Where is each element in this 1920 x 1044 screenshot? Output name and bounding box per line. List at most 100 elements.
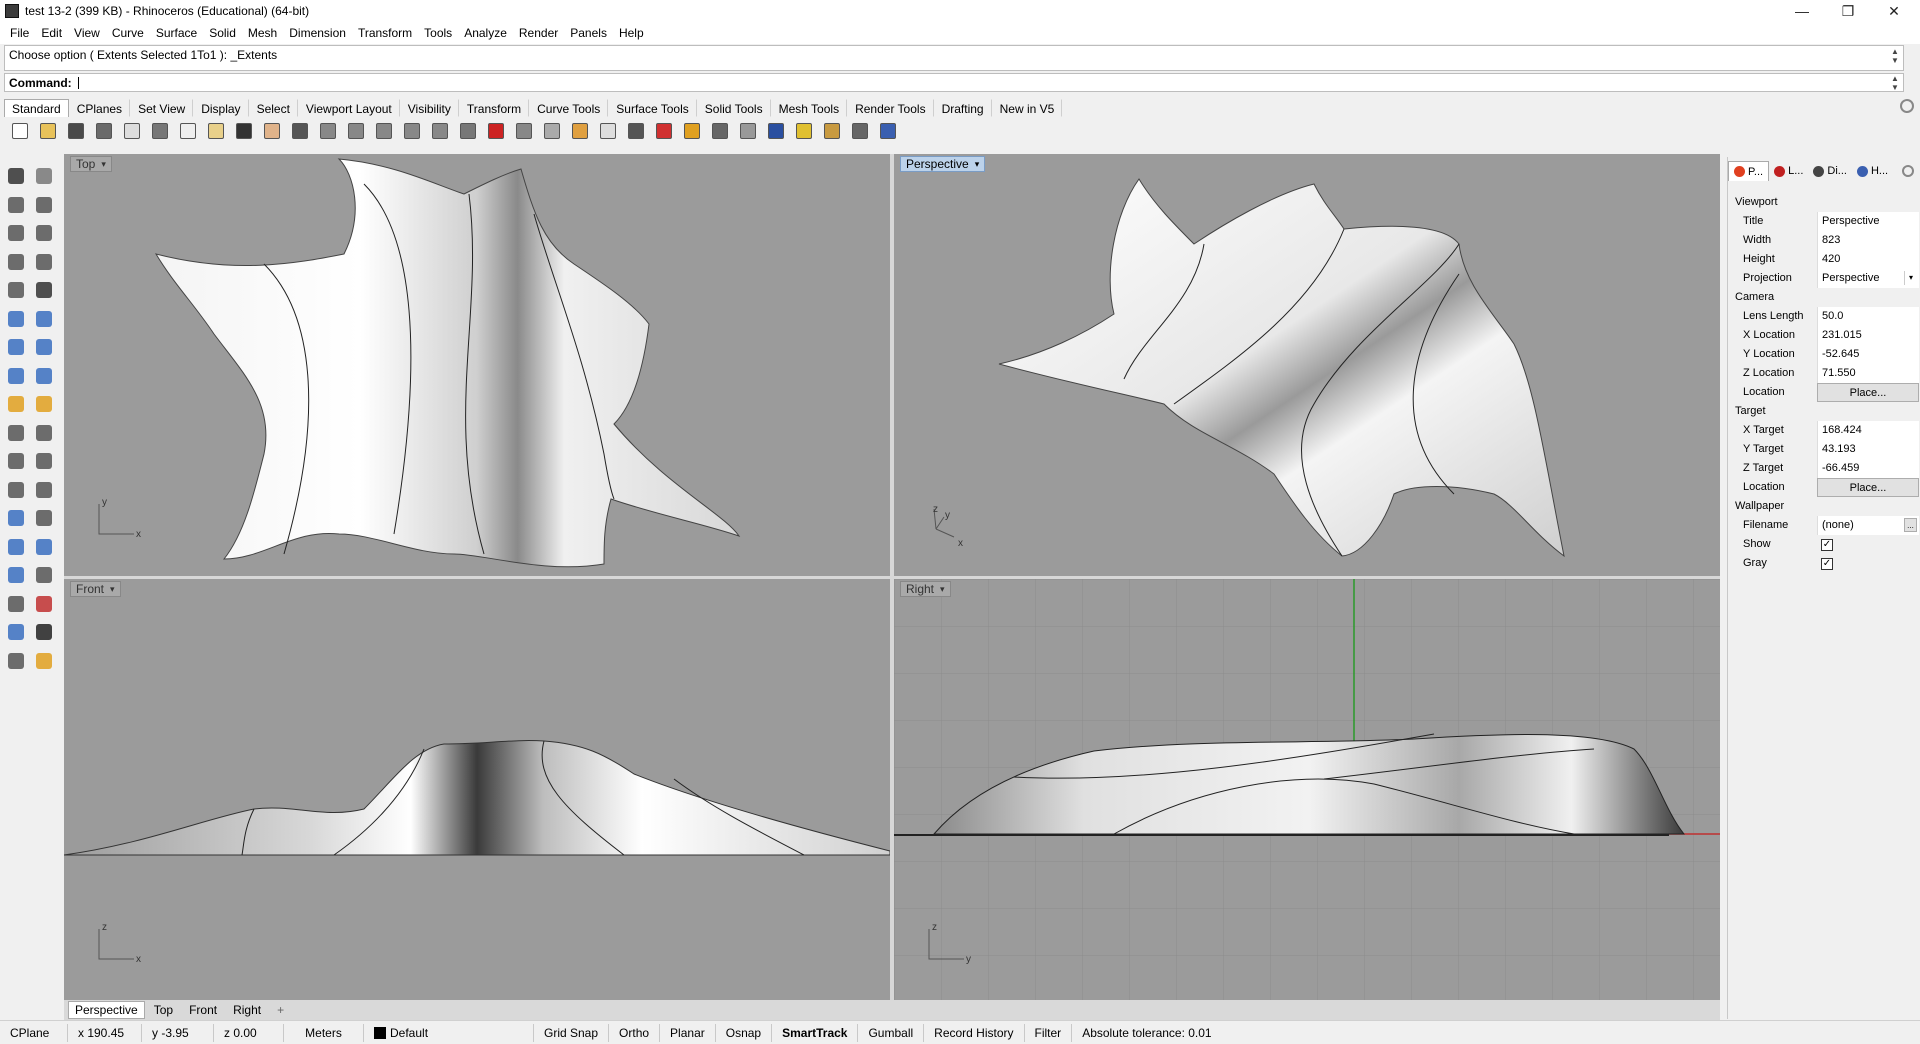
gumball-toggle[interactable]: Gumball	[858, 1023, 925, 1042]
dimension-button[interactable]	[848, 119, 872, 143]
trim-tool[interactable]	[2, 419, 30, 448]
circle-tangent-tool[interactable]	[2, 276, 30, 305]
circle-tool[interactable]	[2, 219, 30, 248]
viewport-tab-front[interactable]: Front	[182, 1001, 224, 1019]
record-history-toggle[interactable]: Record History	[924, 1023, 1025, 1042]
check-tool[interactable]	[30, 618, 58, 647]
zoom-selected-button[interactable]	[400, 119, 424, 143]
viewport-tab-right[interactable]: Right	[226, 1001, 268, 1019]
restore-button[interactable]: ❐	[1828, 0, 1868, 22]
select-tool[interactable]	[2, 162, 30, 191]
options-button[interactable]	[820, 119, 844, 143]
toolbar-tab-transform[interactable]: Transform	[459, 99, 530, 117]
named-cplanes-button[interactable]	[512, 119, 536, 143]
toolbar-tab-viewport-layout[interactable]: Viewport Layout	[298, 99, 400, 117]
save-button[interactable]	[64, 119, 88, 143]
status-cplane[interactable]: CPlane	[0, 1023, 68, 1042]
zoom-button[interactable]	[316, 119, 340, 143]
y-target-value[interactable]: 43.193	[1817, 439, 1919, 459]
menu-edit[interactable]: Edit	[35, 26, 68, 40]
named-views-button[interactable]	[484, 119, 508, 143]
panel-tab-properties[interactable]: P...	[1728, 161, 1770, 181]
polyline-tool[interactable]	[2, 191, 30, 220]
cut-button[interactable]	[148, 119, 172, 143]
panel-tab-display[interactable]: Di...	[1808, 161, 1852, 181]
menu-view[interactable]: View	[68, 26, 106, 40]
menu-curve[interactable]: Curve	[106, 26, 150, 40]
paste-button[interactable]	[204, 119, 228, 143]
undo-view-button[interactable]	[428, 119, 452, 143]
x-target-value[interactable]: 168.424	[1817, 420, 1919, 440]
filter-toggle[interactable]: Filter	[1025, 1023, 1073, 1042]
viewport-tab-top[interactable]: Top	[147, 1001, 180, 1019]
z-location-value[interactable]: 71.550	[1817, 363, 1919, 383]
extrude-tool[interactable]	[2, 561, 30, 590]
print-button[interactable]	[92, 119, 116, 143]
prop-width-value[interactable]: 823	[1817, 230, 1919, 250]
target-place-button[interactable]: Place...	[1817, 477, 1919, 497]
camera-place-button[interactable]: Place...	[1817, 382, 1919, 402]
array-tool[interactable]	[2, 533, 30, 562]
arc-tool[interactable]	[30, 276, 58, 305]
viewport-label-top[interactable]: Top ▾	[70, 156, 112, 172]
rectangle-tool[interactable]	[30, 248, 58, 277]
viewport-menu-arrow-icon[interactable]: ▾	[975, 159, 980, 170]
menu-solid[interactable]: Solid	[203, 26, 242, 40]
smarttrack-toggle[interactable]: SmartTrack	[772, 1023, 859, 1042]
y-location-value[interactable]: -52.645	[1817, 344, 1919, 364]
move-tool[interactable]	[30, 504, 58, 533]
grid-snap-toggle[interactable]: Grid Snap	[534, 1023, 610, 1042]
menu-render[interactable]: Render	[513, 26, 564, 40]
undo-button[interactable]	[232, 119, 256, 143]
panel-options-gear-icon[interactable]	[1902, 165, 1914, 177]
lock-button[interactable]	[624, 119, 648, 143]
minimize-button[interactable]: —	[1782, 0, 1822, 22]
projection-select[interactable]: Perspective ▾	[1817, 268, 1919, 288]
analyze-tool[interactable]	[30, 590, 58, 619]
viewport-menu-arrow-icon[interactable]: ▾	[940, 584, 945, 595]
status-layer[interactable]: Default	[364, 1023, 534, 1042]
viewport-label-perspective[interactable]: Perspective ▾	[900, 156, 986, 172]
menu-surface[interactable]: Surface	[150, 26, 203, 40]
viewport-right[interactable]: Right ▾ z y	[894, 579, 1720, 1000]
layer-button[interactable]	[652, 119, 676, 143]
close-button[interactable]: ✕	[1874, 0, 1914, 22]
open-button[interactable]	[36, 119, 60, 143]
light-button[interactable]	[596, 119, 620, 143]
point-grid-tool[interactable]	[2, 590, 30, 619]
z-target-value[interactable]: -66.459	[1817, 458, 1919, 478]
toolbar-tab-visibility[interactable]: Visibility	[400, 99, 459, 117]
viewport-label-front[interactable]: Front ▾	[70, 581, 121, 597]
toolbar-tab-mesh-tools[interactable]: Mesh Tools	[771, 99, 848, 117]
command-scroll-arrows[interactable]: ▲ ▼	[1889, 74, 1901, 92]
menu-transform[interactable]: Transform	[352, 26, 418, 40]
help-button[interactable]	[876, 119, 900, 143]
prop-title-value[interactable]: Perspective	[1817, 211, 1919, 231]
viewport-front[interactable]: Front ▾ z x	[64, 579, 890, 1000]
edit-points-tool[interactable]	[2, 618, 30, 647]
mirror-tool[interactable]	[30, 533, 58, 562]
viewport-menu-arrow-icon[interactable]: ▾	[101, 159, 106, 170]
viewport-perspective[interactable]: Perspective ▾ z y x	[894, 154, 1720, 576]
gray-checkbox[interactable]: ✓	[1821, 557, 1833, 570]
fillet-tool[interactable]	[2, 476, 30, 505]
menu-help[interactable]: Help	[613, 26, 650, 40]
panel-tab-layers[interactable]: L...	[1769, 161, 1808, 181]
lightning-tool[interactable]	[30, 390, 58, 419]
import-button[interactable]	[120, 119, 144, 143]
viewport-menu-arrow-icon[interactable]: ▾	[110, 584, 115, 595]
toolbar-tab-standard[interactable]: Standard	[4, 99, 69, 117]
paint-tool[interactable]	[30, 647, 58, 676]
boolean-tool[interactable]	[30, 333, 58, 362]
browse-filename-button[interactable]: ...	[1904, 517, 1917, 532]
viewport-tab-perspective[interactable]: Perspective	[68, 1001, 145, 1019]
color-wheel-button[interactable]	[680, 119, 704, 143]
point-tool[interactable]	[30, 162, 58, 191]
toolbar-tab-new-in-v5[interactable]: New in V5	[992, 99, 1063, 117]
chamfer-tool[interactable]	[30, 476, 58, 505]
cplane-button[interactable]	[540, 119, 564, 143]
toolbar-options-gear-icon[interactable]	[1900, 99, 1914, 113]
toolbar-tab-solid-tools[interactable]: Solid Tools	[697, 99, 771, 117]
show-checkbox[interactable]: ✓	[1821, 538, 1833, 551]
menu-tools[interactable]: Tools	[418, 26, 458, 40]
